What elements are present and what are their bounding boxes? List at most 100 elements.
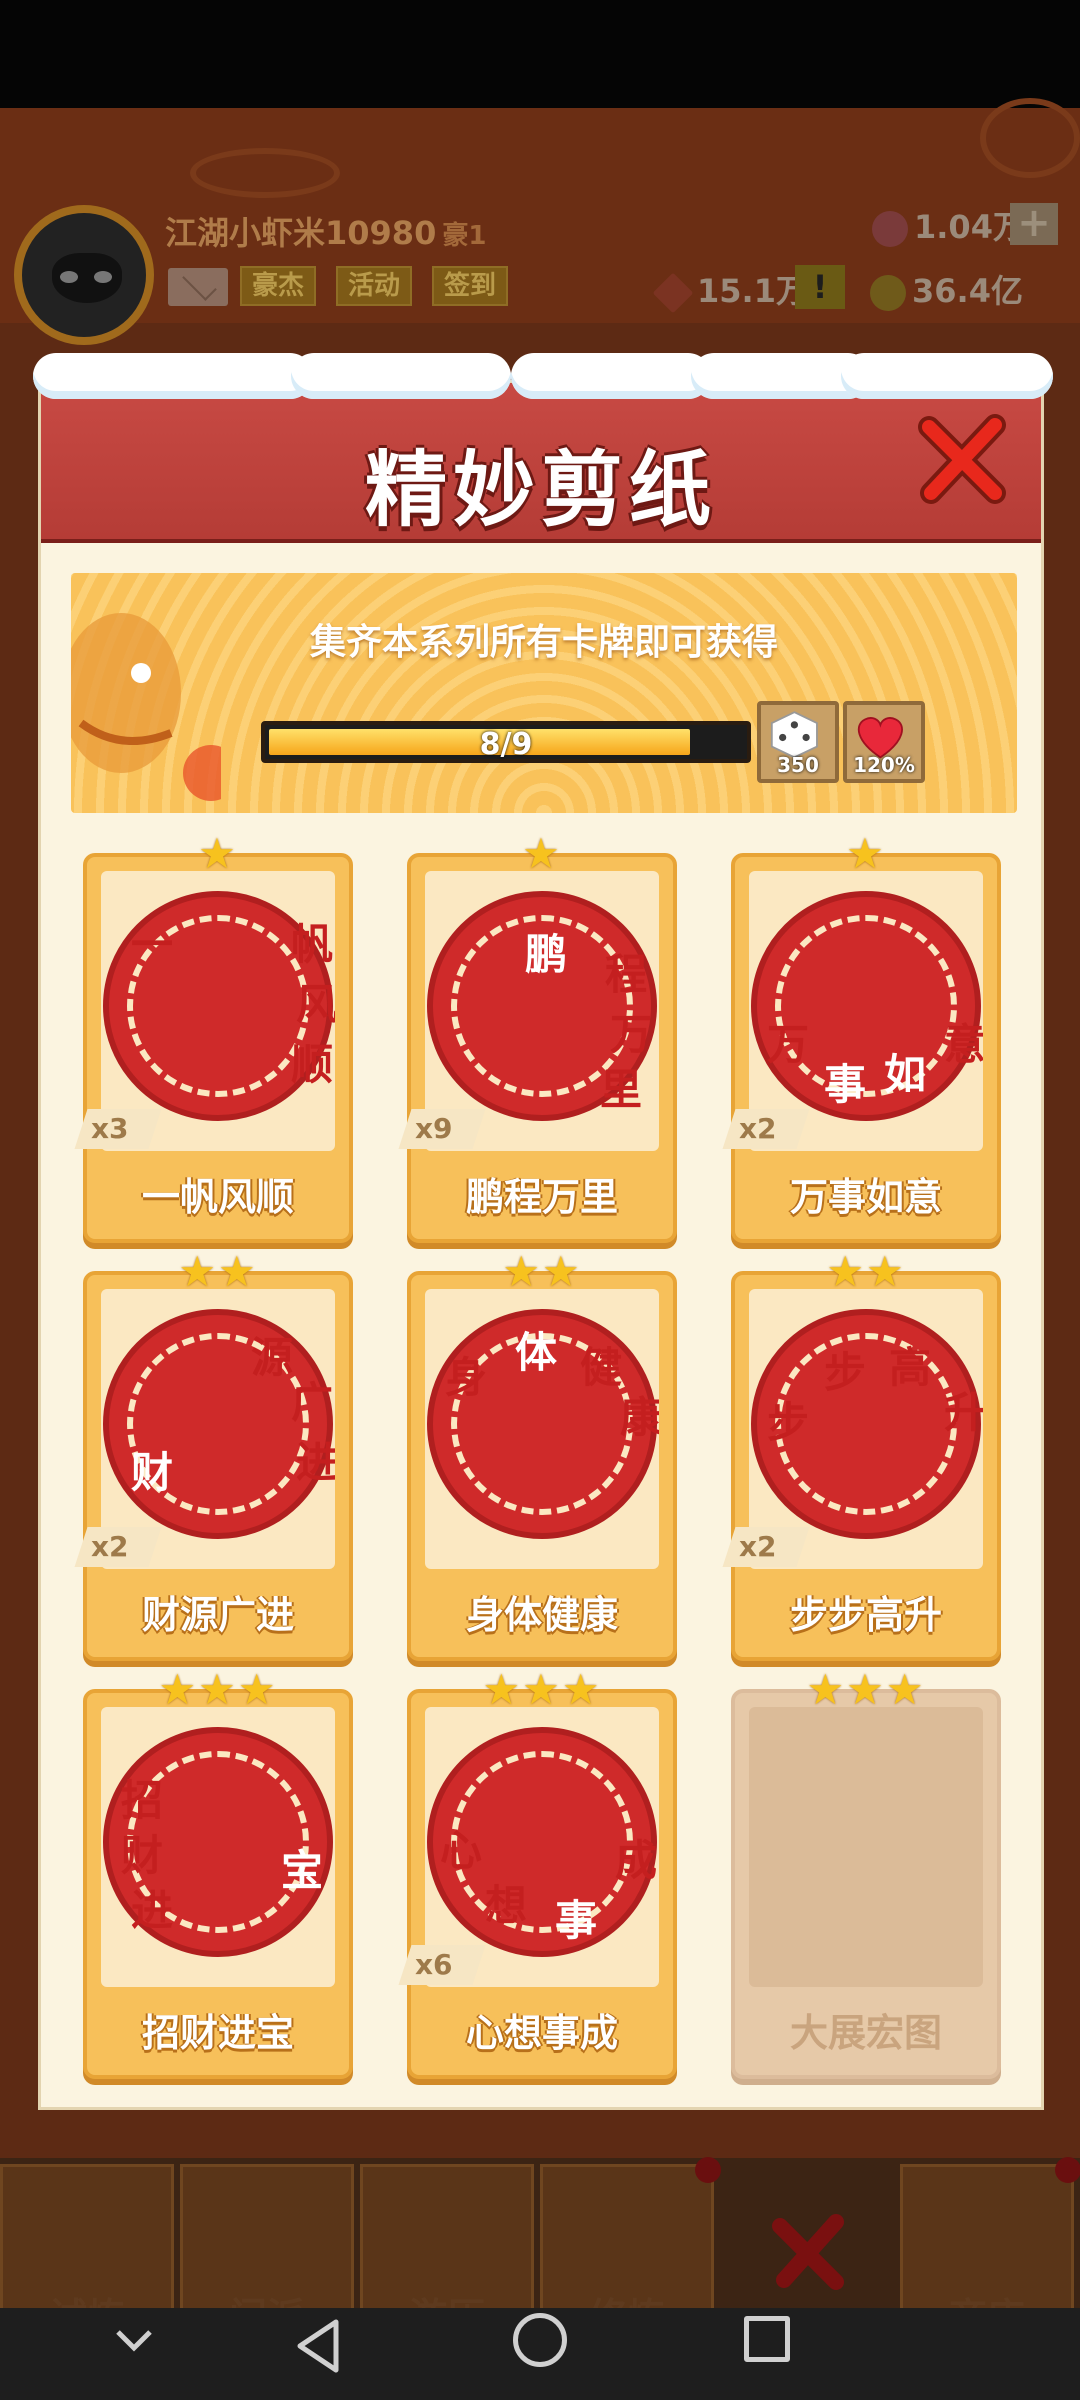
card-count-text: x2: [739, 1530, 777, 1563]
card-count: x3: [74, 1109, 162, 1149]
gems-counter: 1.04万: [872, 202, 1025, 248]
card-art-frame-empty: [749, 1707, 983, 1987]
art-character: 源: [251, 1333, 294, 1382]
card-art-frame: 身 体 健 康: [425, 1289, 659, 1569]
coins-value: 36.4亿: [912, 272, 1023, 310]
reward-heart[interactable]: 120%: [843, 701, 925, 783]
card-caiyuanguangjin[interactable]: 财 源 广 进 ★★ x2 财源广进: [74, 1251, 353, 1661]
card-shentijiankang[interactable]: 身 体 健 康 ★★ 身体健康: [407, 1251, 677, 1661]
back-icon[interactable]: [290, 2316, 350, 2376]
progress-label: 8/9: [479, 727, 533, 762]
card-count-text: x3: [91, 1112, 129, 1145]
close-icon[interactable]: [770, 2212, 850, 2292]
card-name: 心想事成: [465, 2011, 618, 2055]
card-xinxiangshicheng[interactable]: 心 想 事 成 ★★★ x6 心想事成: [398, 1669, 677, 2079]
card-count-text: x9: [415, 1112, 453, 1145]
art-characters: 身 体 健 康: [425, 1289, 659, 1569]
card-name: 步步高升: [789, 1593, 942, 1637]
art-characters: 招 财 进 宝: [101, 1707, 335, 1987]
coin-icon: [870, 275, 906, 311]
art-character: 里: [600, 1065, 643, 1114]
art-character: 步: [824, 1348, 867, 1397]
card-stars: ★★★: [158, 1665, 278, 1714]
modal-title: 精妙剪纸: [364, 443, 717, 538]
art-character: 广: [291, 1378, 334, 1427]
ninja-face-icon: [52, 253, 122, 303]
card-count: x2: [722, 1109, 810, 1149]
art-character: 高: [889, 1343, 932, 1392]
art-character: 宝: [281, 1846, 324, 1895]
notification-dot: [1055, 2157, 1080, 2183]
player-name: 江湖小虾米10980 豪1: [165, 208, 486, 254]
reward-banner: 集齐本系列所有卡牌即可获得 8/9 350 120%: [71, 573, 1017, 813]
modal-header: 精妙剪纸: [33, 353, 1053, 543]
events-button[interactable]: 活动: [336, 266, 413, 306]
power-counter: 15.1万: [652, 266, 808, 314]
reward-dice[interactable]: 350: [757, 701, 839, 783]
gem-icon: [872, 211, 908, 247]
card-stars: ★★★: [482, 1665, 602, 1714]
mail-icon[interactable]: [168, 268, 228, 306]
chevron-down-icon[interactable]: [112, 2318, 156, 2362]
card-zhaocaijinbao[interactable]: 招 财 进 宝 ★★★ 招财进宝: [83, 1669, 353, 2079]
card-count: x2: [74, 1527, 162, 1567]
add-gems-button[interactable]: +: [1010, 203, 1058, 245]
coins-counter: 36.4亿: [870, 266, 1023, 312]
card-count-text: x2: [739, 1112, 777, 1145]
snow-decoration: [291, 353, 511, 399]
card-pengchengwanli[interactable]: 鹏 程 万 里 ★ x9 鹏程万里: [398, 833, 677, 1243]
card-stars: ★: [846, 829, 886, 878]
card-wanshiruyi[interactable]: 万 事 如 意 ★ x2 万事如意: [722, 833, 1001, 1243]
alert-button[interactable]: !: [795, 265, 845, 309]
art-character: 步: [767, 1398, 810, 1447]
card-name: 身体健康: [465, 1593, 618, 1637]
art-character: 心: [440, 1826, 483, 1875]
card-name: 一帆风顺: [141, 1175, 294, 1219]
card-count: x2: [722, 1527, 810, 1567]
art-character: 顺: [291, 1040, 334, 1089]
checkin-button[interactable]: 签到: [432, 266, 509, 306]
art-character: 健: [580, 1343, 623, 1392]
collection-progress: 8/9: [261, 721, 751, 763]
art-character: 想: [485, 1881, 528, 1930]
art-character: 万: [767, 1020, 810, 1069]
card-stars: ★★★: [806, 1665, 926, 1714]
player-avatar[interactable]: [14, 205, 154, 345]
heroes-button[interactable]: 豪杰: [240, 266, 317, 306]
card-name: 大展宏图: [789, 2011, 942, 2055]
eye: [60, 271, 78, 283]
art-character: 帆: [291, 920, 334, 969]
banner-text: 集齐本系列所有卡牌即可获得: [309, 622, 778, 663]
art-character: 身: [445, 1353, 488, 1402]
card-name: 万事如意: [789, 1175, 942, 1219]
art-character: 意: [944, 1020, 983, 1069]
art-character: 一: [131, 920, 174, 969]
card-count: x6: [398, 1945, 486, 1985]
gems-value: 1.04万: [914, 208, 1025, 246]
paper-cut-modal: 精妙剪纸 集齐本系列所有卡牌即可获得 8/9 350 120% 一 帆 风 顺 …: [33, 353, 1053, 2110]
player-name-text: 江湖小虾米10980: [165, 214, 437, 252]
art-character: 招: [121, 1776, 164, 1825]
card-count-text: x2: [91, 1530, 129, 1563]
card-stars: ★★: [826, 1247, 906, 1296]
power-value: 15.1万: [697, 272, 808, 310]
card-dazhanhongtu-locked[interactable]: ★★★ 大展宏图: [731, 1669, 1001, 2079]
art-character: 如: [884, 1050, 927, 1099]
home-icon[interactable]: [513, 2313, 567, 2367]
art-character: 程: [605, 950, 648, 999]
card-art-frame: 招 财 进 宝: [101, 1707, 335, 1987]
power-icon: [652, 272, 694, 314]
snow-decoration: [511, 353, 711, 399]
cloud-decoration: [190, 148, 340, 198]
card-yifanfengshun[interactable]: 一 帆 风 顺 ★ x3 一帆风顺: [74, 833, 353, 1243]
card-count: x9: [398, 1109, 486, 1149]
close-button[interactable]: [915, 411, 1011, 507]
art-character: 风: [296, 980, 335, 1029]
cloud-decoration: [980, 98, 1080, 178]
recent-apps-icon[interactable]: [744, 2316, 790, 2362]
reward-value: 350: [777, 753, 819, 777]
card-bubugaosheng[interactable]: 步 步 高 升 ★★ x2 步步高升: [722, 1251, 1001, 1661]
art-character: 进: [131, 1886, 174, 1935]
eye: [94, 271, 112, 283]
card-stars: ★: [522, 829, 562, 878]
